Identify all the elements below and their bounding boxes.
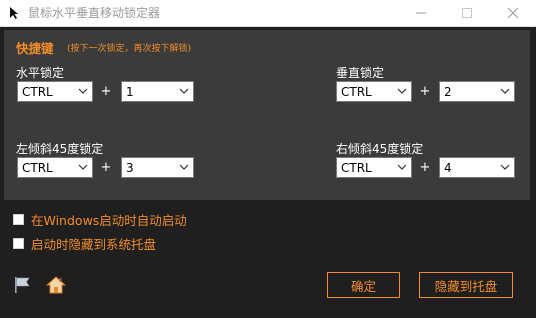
hotkey-panel: 快捷键 (按下一次锁定，再次按下解锁) 水平锁定 CTRL + 1 垂直锁定 C… <box>4 30 530 200</box>
chevron-down-icon <box>179 88 189 94</box>
hide-to-tray-button[interactable]: 隐藏到托盘 <box>419 272 513 298</box>
right-diagonal-modifier-select[interactable]: CTRL <box>336 157 412 178</box>
close-button[interactable] <box>490 0 536 26</box>
vertical-key-select[interactable]: 2 <box>439 81 515 102</box>
horizontal-lock-label: 水平锁定 <box>16 66 65 80</box>
horizontal-modifier-select[interactable]: CTRL <box>17 81 93 102</box>
window-title: 鼠标水平垂直移动锁定器 <box>28 6 161 20</box>
autostart-label: 在Windows启动时自动启动 <box>31 212 187 228</box>
right-diagonal-key-select[interactable]: 4 <box>439 157 515 178</box>
plus-sign: + <box>100 84 112 99</box>
autostart-checkbox[interactable] <box>13 213 24 225</box>
minimize-icon <box>416 12 426 14</box>
chevron-down-icon <box>397 164 407 170</box>
confirm-button[interactable]: 确定 <box>327 272 400 298</box>
maximize-icon <box>462 8 472 18</box>
plus-sign: + <box>100 160 112 175</box>
chevron-down-icon <box>500 164 510 170</box>
hide-tray-checkbox[interactable] <box>13 237 24 249</box>
hide-tray-option[interactable]: 启动时隐藏到系统托盘 <box>13 235 157 252</box>
left-diagonal-key-select[interactable]: 3 <box>121 157 194 178</box>
maximize-button[interactable] <box>444 0 490 26</box>
horizontal-key-select[interactable]: 1 <box>121 81 194 102</box>
title-bar: 鼠标水平垂直移动锁定器 <box>0 0 536 27</box>
close-icon <box>508 8 518 18</box>
chevron-down-icon <box>179 164 189 170</box>
home-icon[interactable] <box>46 275 66 295</box>
plus-sign: + <box>419 160 431 175</box>
vertical-lock-label: 垂直锁定 <box>336 66 385 80</box>
left-diagonal-lock-label: 左倾斜45度锁定 <box>16 142 104 156</box>
chevron-down-icon <box>78 88 88 94</box>
hide-tray-label: 启动时隐藏到系统托盘 <box>31 236 157 252</box>
plus-sign: + <box>419 84 431 99</box>
cursor-icon <box>10 7 18 19</box>
hotkey-title: 快捷键 <box>16 41 54 56</box>
chevron-down-icon <box>397 88 407 94</box>
hotkey-hint: (按下一次锁定，再次按下解锁) <box>67 44 192 54</box>
vertical-modifier-select[interactable]: CTRL <box>336 81 412 102</box>
chevron-down-icon <box>500 88 510 94</box>
minimize-button[interactable] <box>398 0 444 26</box>
flag-icon[interactable] <box>12 275 32 295</box>
autostart-option[interactable]: 在Windows启动时自动启动 <box>13 211 187 228</box>
right-diagonal-lock-label: 右倾斜45度锁定 <box>336 142 424 156</box>
chevron-down-icon <box>78 164 88 170</box>
left-diagonal-modifier-select[interactable]: CTRL <box>17 157 93 178</box>
